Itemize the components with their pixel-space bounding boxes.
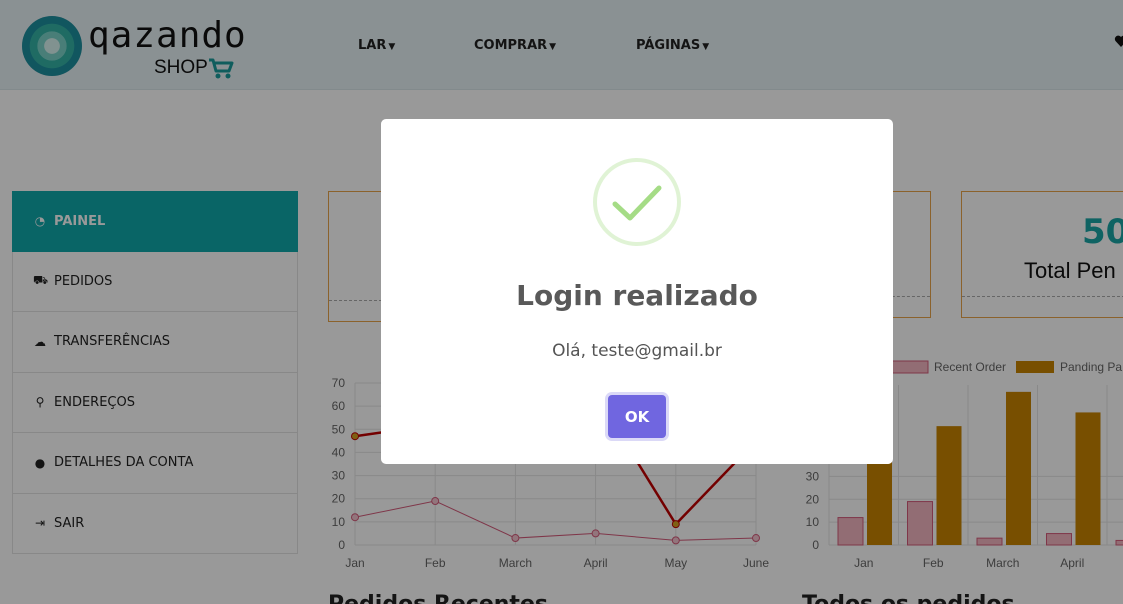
ok-button[interactable]: OK <box>608 395 666 438</box>
dialog-message: Olá, teste@gmail.br <box>552 341 722 361</box>
success-check-icon <box>593 158 681 246</box>
dialog-title: Login realizado <box>516 279 758 312</box>
login-success-dialog: Login realizado Olá, teste@gmail.br OK <box>381 119 893 464</box>
